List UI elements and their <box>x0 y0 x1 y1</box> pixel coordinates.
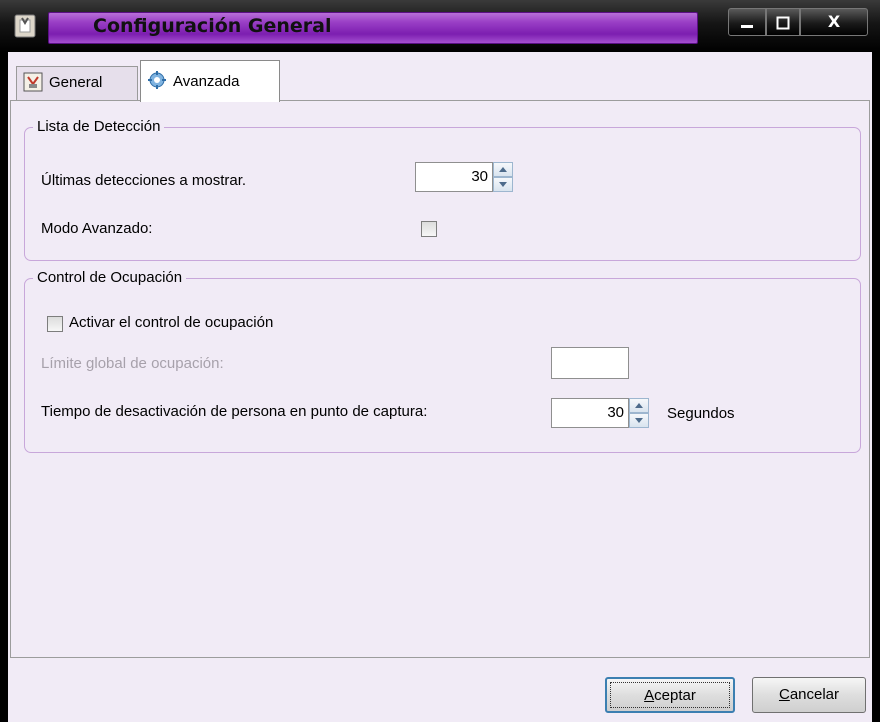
tab-avanzada[interactable]: Avanzada <box>140 60 280 102</box>
advanced-mode-label: Modo Avanzado: <box>41 220 153 237</box>
advanced-mode-checkbox[interactable] <box>421 221 437 237</box>
occupancy-control-group: Control de Ocupación Activar el control … <box>24 269 861 453</box>
close-button[interactable]: X <box>800 8 868 36</box>
global-limit-label: Límite global de ocupación: <box>41 355 224 372</box>
configuration-window: Configuración General X General Avanzada… <box>0 0 880 722</box>
global-limit-input[interactable] <box>551 347 629 379</box>
title-band: Configuración General <box>48 12 698 44</box>
window-title: Configuración General <box>93 15 332 37</box>
title-bar[interactable]: Configuración General X <box>0 0 880 52</box>
tab-avanzada-label: Avanzada <box>173 73 240 90</box>
cancel-button[interactable]: Cancelar <box>752 677 866 713</box>
spin-down-icon[interactable] <box>629 413 649 428</box>
activate-occupancy-label[interactable]: Activar el control de ocupación <box>69 314 273 331</box>
dialog-client-area: General Avanzada Lista de Detección Últi… <box>8 52 872 722</box>
tab-general[interactable]: General <box>16 66 138 100</box>
cancel-mnemonic: C <box>778 686 790 703</box>
maximize-icon <box>776 16 790 30</box>
advanced-settings-icon <box>148 71 166 89</box>
minimize-button[interactable] <box>728 8 766 36</box>
deactivation-time-input[interactable]: 30 <box>551 398 629 428</box>
last-detections-input[interactable]: 30 <box>415 162 493 192</box>
close-icon: X <box>827 12 841 31</box>
tab-general-label: General <box>49 74 103 91</box>
accept-button[interactable]: Aceptar <box>605 677 735 713</box>
deactivation-time-label: Tiempo de desactivación de persona en pu… <box>41 403 428 420</box>
deactivation-time-spinner[interactable] <box>629 398 649 428</box>
general-settings-icon <box>23 72 43 92</box>
spin-down-icon[interactable] <box>493 177 513 192</box>
window-controls: X <box>728 8 868 36</box>
maximize-button[interactable] <box>766 8 800 36</box>
tab-panel-avanzada: Lista de Detección Últimas detecciones a… <box>10 100 870 658</box>
spin-up-icon[interactable] <box>629 398 649 413</box>
cancel-label-rest: ancelar <box>789 686 840 703</box>
last-detections-label: Últimas detecciones a mostrar. <box>41 172 247 189</box>
spin-up-icon[interactable] <box>493 162 513 177</box>
detection-list-group: Lista de Detección Últimas detecciones a… <box>24 118 861 261</box>
app-icon <box>14 14 36 38</box>
detection-group-title: Lista de Detección <box>33 118 165 135</box>
occupancy-group-title: Control de Ocupación <box>33 269 187 286</box>
focus-rectangle <box>610 682 730 708</box>
deactivation-time-unit: Segundos <box>667 405 735 422</box>
last-detections-spinner[interactable] <box>493 162 513 192</box>
tab-strip: General Avanzada <box>8 52 872 102</box>
minimize-icon <box>741 25 753 28</box>
activate-occupancy-checkbox[interactable] <box>47 316 63 332</box>
